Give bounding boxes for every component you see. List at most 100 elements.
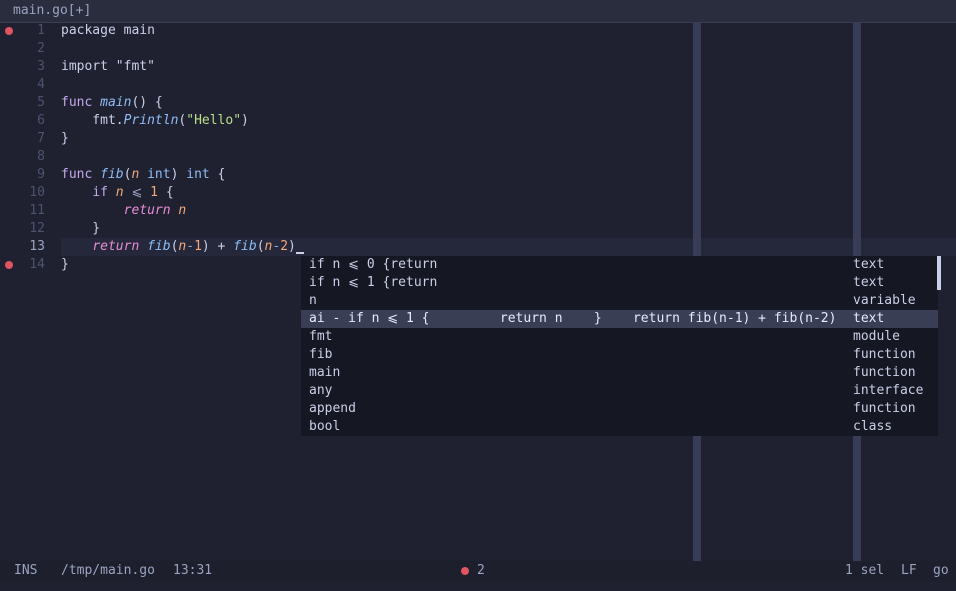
command-line[interactable] <box>0 581 956 591</box>
code-token: () { <box>131 95 163 110</box>
completion-label: n <box>309 293 317 308</box>
selection-count: 1 sel <box>845 563 885 578</box>
code-token: - <box>272 239 281 254</box>
code-token: { <box>209 167 226 182</box>
code-token: ⩽ <box>123 185 151 200</box>
completion-item[interactable]: fib function <box>301 346 938 364</box>
completion-scrollbar-thumb[interactable] <box>937 256 941 290</box>
code-token: fib <box>100 167 124 182</box>
code-token: n <box>115 185 124 200</box>
code-line[interactable]: } <box>61 220 100 238</box>
code-line[interactable]: return n <box>61 202 187 220</box>
completion-item[interactable]: append function <box>301 400 938 418</box>
gutter-line[interactable]: 7 <box>0 130 60 148</box>
line-number: 2 <box>37 41 45 56</box>
gutter-line[interactable]: 9 <box>0 166 60 184</box>
completion-item[interactable]: n variable <box>301 292 938 310</box>
completion-label: bool <box>309 419 341 434</box>
gutter-line[interactable]: 13 <box>0 238 60 256</box>
code-token: package <box>61 23 116 38</box>
code-token: } <box>61 257 69 272</box>
code-token: "Hello" <box>186 113 242 128</box>
gutter-line[interactable]: 2 <box>0 40 60 58</box>
completion-kind: text <box>853 275 885 290</box>
code-line[interactable]: } <box>61 130 69 148</box>
completion-item[interactable]: any interface <box>301 382 938 400</box>
gutter-line[interactable]: 8 <box>0 148 60 166</box>
completion-label: ai - if n ⩽ 1 { return n } return fib(n-… <box>309 311 837 326</box>
gutter-line[interactable]: 1 <box>0 22 60 40</box>
completion-label: if n ⩽ 0 {return <box>309 257 438 272</box>
gutter-line[interactable]: 6 <box>0 112 60 130</box>
code-token: Println <box>123 113 179 128</box>
code-token: if <box>92 185 108 200</box>
breakpoint-icon[interactable] <box>5 261 13 269</box>
code-line[interactable]: } <box>61 256 69 274</box>
line-number: 11 <box>29 203 45 218</box>
gutter-line[interactable]: 5 <box>0 94 60 112</box>
text-cursor <box>295 252 304 254</box>
completion-item[interactable]: fmt module <box>301 328 938 346</box>
breakpoint-icon[interactable] <box>5 27 13 35</box>
buffer-tab-title[interactable]: main.go[+] <box>13 3 91 18</box>
code-line[interactable]: func main() { <box>61 94 163 112</box>
completion-label: if n ⩽ 1 {return <box>309 275 438 290</box>
completion-label: append <box>309 401 356 416</box>
completion-kind: function <box>853 365 916 380</box>
diagnostic-error-icon <box>461 567 469 575</box>
completion-menu[interactable]: if n ⩽ 0 {return text if n ⩽ 1 {return text… <box>301 256 938 436</box>
completion-item[interactable]: if n ⩽ 1 {return text <box>301 274 938 292</box>
line-number: 10 <box>29 185 45 200</box>
code-token: } <box>61 131 69 146</box>
gutter-line[interactable]: 14 <box>0 256 60 274</box>
code-token: int <box>147 167 171 182</box>
code-token: n <box>178 203 187 218</box>
code-token: 1 <box>194 239 202 254</box>
line-ending: LF <box>901 563 917 578</box>
line-number: 1 <box>37 23 45 38</box>
gutter-line[interactable]: 3 <box>0 58 60 76</box>
statusline: INS /tmp/main.go 13:31 2 1 sel LF go <box>0 561 956 581</box>
line-number: 12 <box>29 221 45 236</box>
gutter-line[interactable]: 11 <box>0 202 60 220</box>
code-line[interactable]: if n ⩽ 1 { <box>61 184 174 202</box>
completion-kind: function <box>853 347 916 362</box>
gutter-line[interactable]: 4 <box>0 76 60 94</box>
completion-item[interactable]: if n ⩽ 0 {return text <box>301 256 938 274</box>
code-line[interactable]: package main <box>61 22 155 40</box>
line-number: 7 <box>37 131 45 146</box>
completion-kind: class <box>853 419 893 434</box>
cursor-position: 13:31 <box>173 563 213 578</box>
code-token: fib <box>147 239 171 254</box>
code-token: int <box>186 167 210 182</box>
completion-kind: text <box>853 311 885 326</box>
code-token: { <box>158 185 174 200</box>
code-line[interactable]: import "fmt" <box>61 58 155 76</box>
completion-item[interactable]: bool class <box>301 418 938 436</box>
completion-item[interactable]: main function <box>301 364 938 382</box>
completion-kind: interface <box>853 383 924 398</box>
code-token: - <box>186 239 195 254</box>
completion-item-selected[interactable]: ai - if n ⩽ 1 { return n } return fib(n-… <box>301 310 938 328</box>
diagnostics-count[interactable]: 2 <box>477 561 485 581</box>
code-token: ( <box>256 239 265 254</box>
code-line[interactable]: func fib(n int) int { <box>61 166 225 184</box>
code-line[interactable]: return fib(n-1) + fib(n-2) <box>61 238 304 256</box>
gutter-line[interactable]: 12 <box>0 220 60 238</box>
line-number: 3 <box>37 59 45 74</box>
line-number: 6 <box>37 113 45 128</box>
completion-kind: text <box>853 257 885 272</box>
file-path: /tmp/main.go <box>61 563 155 578</box>
gutter-line[interactable]: 10 <box>0 184 60 202</box>
code-line[interactable]: fmt.Println("Hello") <box>61 112 249 130</box>
code-token: "fmt" <box>115 59 155 74</box>
line-number: 9 <box>37 167 45 182</box>
code-token: ) <box>288 239 296 254</box>
